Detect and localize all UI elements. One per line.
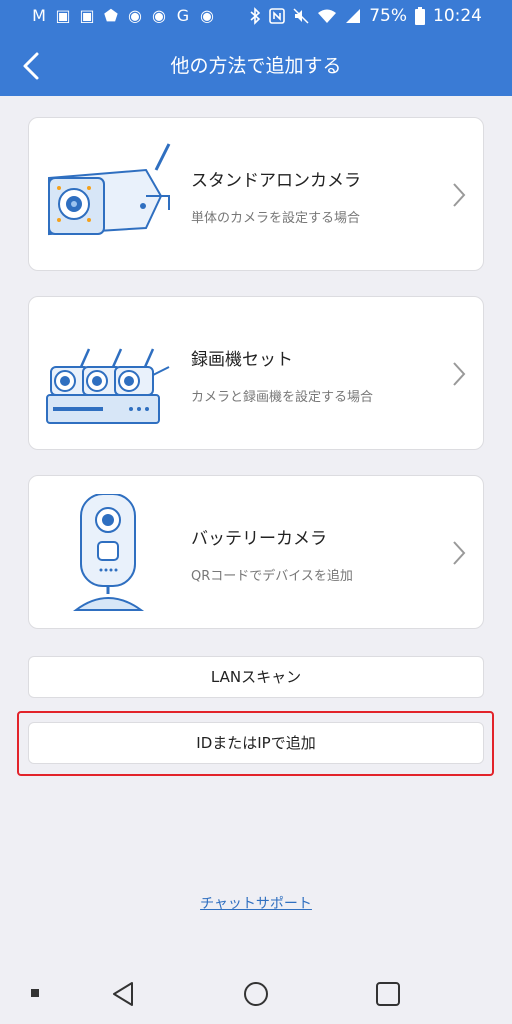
- bluetooth-icon: [250, 7, 261, 25]
- bullet-camera-icon: [48, 143, 171, 236]
- shield-icon: ⬟: [104, 6, 118, 25]
- app-icon: ◉: [128, 6, 142, 25]
- recent-dot-icon[interactable]: [30, 988, 40, 998]
- chevron-right-icon: [453, 362, 466, 386]
- card-title: 録画機セット: [191, 350, 293, 370]
- nfc-icon: [269, 8, 286, 24]
- mute-icon: [293, 8, 309, 24]
- chat-support-link[interactable]: チャットサポート: [0, 893, 512, 913]
- google-icon: G: [176, 6, 190, 25]
- standalone-camera-card[interactable]: スタンドアロンカメラ 単体のカメラを設定する場合: [28, 117, 484, 271]
- notification-icons: M ▣ ▣ ⬟ ◉ ◉ G ◉: [30, 7, 216, 25]
- battery-camera-icon: [72, 494, 145, 611]
- app-icon: ◉: [152, 6, 166, 25]
- lan-scan-button[interactable]: LANスキャン: [28, 656, 484, 698]
- system-status: 75% 10:24: [249, 6, 482, 26]
- clock: 10:24: [433, 6, 482, 26]
- nvr-kit-card[interactable]: 録画機セット カメラと録画機を設定する場合: [28, 296, 484, 450]
- gmail-icon: M: [32, 6, 46, 25]
- nvr-kit-icon: [46, 348, 170, 424]
- add-by-id-ip-button[interactable]: IDまたはIPで追加: [28, 722, 484, 764]
- app-icon: ◉: [200, 6, 214, 25]
- card-subtitle: QRコードでデバイスを追加: [191, 569, 353, 584]
- card-subtitle: カメラと録画機を設定する場合: [191, 390, 374, 405]
- card-title: スタンドアロンカメラ: [191, 171, 361, 191]
- navigation-bar: [0, 964, 512, 1024]
- battery-percent: 75%: [369, 6, 407, 26]
- battery-icon: [415, 7, 425, 25]
- home-circle-icon[interactable]: [242, 980, 270, 1008]
- gallery-icon: ▣: [55, 6, 71, 25]
- page-title: 他の方法で追加する: [170, 55, 342, 77]
- status-bar: M ▣ ▣ ⬟ ◉ ◉ G ◉ 75% 10:24: [0, 0, 512, 36]
- app-header: 他の方法で追加する: [0, 36, 512, 96]
- battery-camera-card[interactable]: バッテリーカメラ QRコードでデバイスを追加: [28, 475, 484, 629]
- chevron-right-icon: [453, 541, 466, 565]
- back-triangle-icon[interactable]: [110, 980, 138, 1008]
- overview-square-icon[interactable]: [374, 980, 402, 1008]
- signal-icon: [346, 9, 361, 23]
- chevron-right-icon: [453, 183, 466, 207]
- contacts-icon: ▣: [79, 6, 95, 25]
- wifi-icon: [318, 9, 337, 23]
- card-subtitle: 単体のカメラを設定する場合: [191, 211, 361, 226]
- card-title: バッテリーカメラ: [191, 529, 327, 549]
